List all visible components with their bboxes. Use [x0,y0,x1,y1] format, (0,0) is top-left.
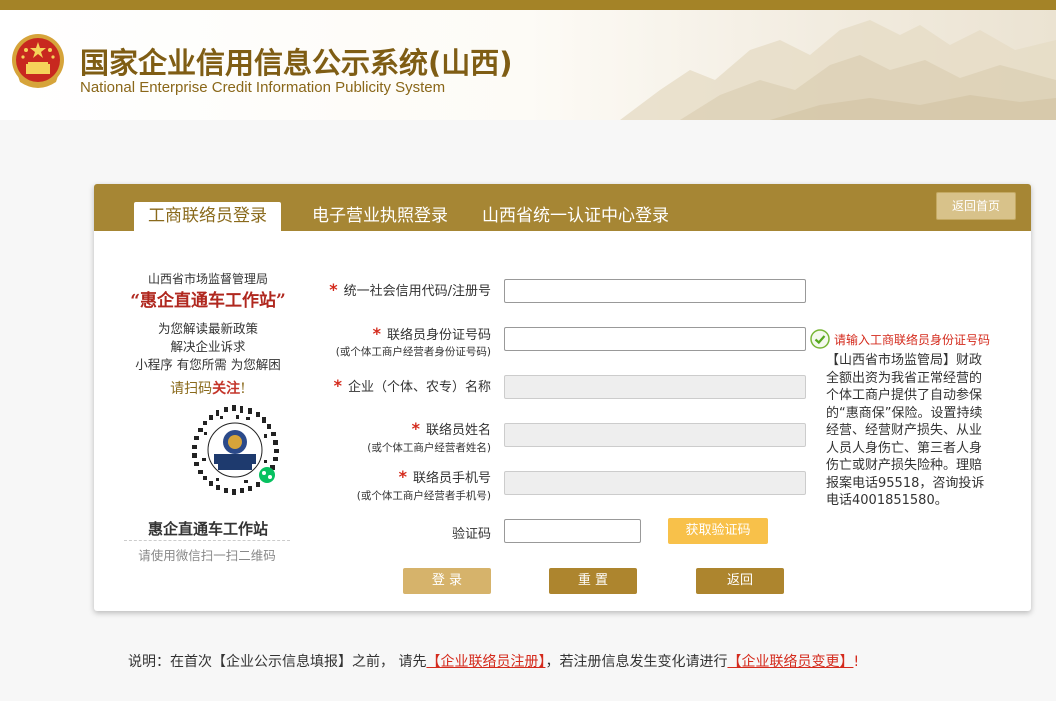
contact-name-label-text: 联络员姓名 [425,423,491,438]
phone-input[interactable] [504,471,806,495]
scan-prompt-emphasis: 关注 [212,381,241,397]
qr-caption: 惠企直通车工作站 [147,520,268,538]
id-number-label: * 联络员身份证号码 [304,324,491,343]
contact-name-sublabel: (或个体工商户经营者姓名) [367,442,491,454]
liaison-change-link[interactable]: 【企业联络员变更】 [727,654,853,670]
promo-org: 山西省市场监督管理局 [147,272,268,286]
phone-sublabel: (或个体工商户经营者手机号) [356,490,491,502]
required-star: * [372,324,381,343]
phone-label-text: 联络员手机号 [412,471,491,486]
liaison-register-link[interactable]: 【企业联络员注册】 [426,654,545,670]
captcha-input[interactable] [504,519,641,543]
id-number-input[interactable] [504,327,806,351]
contact-name-label: * 联络员姓名 [304,419,491,438]
tab-liaison-login[interactable]: 工商联络员登录 [134,202,281,231]
enterprise-name-label: * 企业（个体、农专）名称 [304,376,491,395]
footer-note: 说明：在首次【企业公示信息填报】之前， 请先【企业联络员注册】，若注册信息发生变… [128,651,859,671]
required-star: * [333,376,342,395]
credit-code-label-text: 统一社会信用代码/注册号 [343,284,491,299]
tab-e-license-login[interactable]: 电子营业执照登录 [312,202,448,231]
scan-prompt: 请扫码关注! [120,378,296,398]
mountain-decoration [620,20,1056,120]
login-card: 工商联络员登录 电子营业执照登录 山西省统一认证中心登录 返回首页 山西省市场监… [94,184,1031,611]
promo-line: 小程序 有您所需 为您解困 [135,357,281,372]
footer-note-text: ，若注册信息发生变化请进行 [545,654,728,670]
credit-code-label: * 统一社会信用代码/注册号 [304,280,491,299]
id-number-sublabel: (或个体工商户经营者身份证号码) [335,346,491,358]
tab-unified-auth-login[interactable]: 山西省统一认证中心登录 [482,202,669,231]
check-circle-icon [810,329,830,349]
scan-prompt-suffix: ! [240,381,246,397]
required-star: * [398,467,407,486]
site-title: 国家企业信用信息公示系统(山西) [80,46,513,80]
promo-station-name: “惠企直通车工作站” [130,291,286,311]
top-accent-bar [0,0,1056,10]
required-star: * [411,419,420,438]
footer-note-text: 说明：在首次【企业公示信息填报】之前， 请先 [128,654,427,670]
scan-prompt-text: 请扫码 [170,381,213,397]
id-number-hint: 请输入工商联络员身份证号码 [834,333,991,347]
promo-line: 解决企业诉求 [170,339,246,354]
back-button[interactable]: 返回 [696,568,784,594]
insurance-notice: 【山西省市场监管局】财政全额出资为我省正常经营的个体工商户提供了自动参保的“惠商… [826,353,985,508]
login-button[interactable]: 登 录 [403,568,491,594]
site-title-english: National Enterprise Credit Information P… [80,79,446,96]
reset-button[interactable]: 重 置 [549,568,637,594]
get-code-button[interactable]: 获取验证码 [668,518,768,544]
promo-line: 为您解读最新政策 [157,321,258,336]
site-header: 国家企业信用信息公示系统(山西) National Enterprise Cre… [0,10,1056,120]
captcha-label: 验证码 [451,527,491,542]
required-star: * [329,280,338,299]
enterprise-name-label-text: 企业（个体、农专）名称 [347,380,491,395]
qr-scan-tip: 请使用微信扫一扫二维码 [124,540,290,564]
tab-bar: 工商联络员登录 电子营业执照登录 山西省统一认证中心登录 返回首页 [94,184,1031,231]
mini-program-qr-code-icon [188,403,282,497]
footer-note-exclamation: ! [853,654,860,670]
phone-label: * 联络员手机号 [304,467,491,486]
contact-name-input[interactable] [504,423,806,447]
back-home-button[interactable]: 返回首页 [936,192,1016,220]
id-number-label-text: 联络员身份证号码 [386,328,491,343]
credit-code-input[interactable] [504,279,806,303]
national-emblem-icon [12,34,64,88]
enterprise-name-input[interactable] [504,375,806,399]
